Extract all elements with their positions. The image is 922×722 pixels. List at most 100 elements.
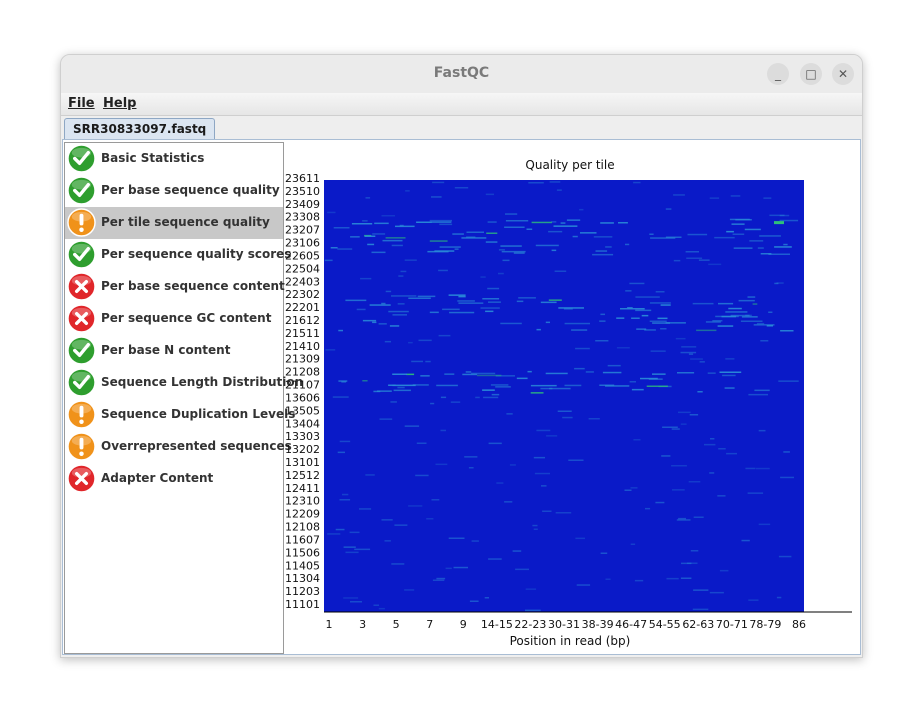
heatmap-cell bbox=[678, 411, 691, 414]
heatmap-cell bbox=[449, 311, 475, 314]
heatmap-cell bbox=[432, 579, 445, 581]
module-item[interactable]: Basic Statistics bbox=[65, 143, 283, 175]
module-item[interactable]: Sequence Length Distribution bbox=[65, 367, 303, 399]
heatmap-cell bbox=[392, 373, 408, 375]
maximize-button[interactable]: □ bbox=[800, 63, 822, 85]
module-item[interactable]: Per base sequence content bbox=[65, 271, 285, 303]
heatmap-cell bbox=[710, 438, 715, 440]
heatmap-cell bbox=[693, 516, 704, 518]
heatmap-cell bbox=[709, 472, 715, 474]
module-item[interactable]: Per sequence GC content bbox=[65, 303, 283, 335]
heatmap-cell bbox=[405, 373, 415, 376]
heatmap-cell bbox=[324, 259, 333, 262]
heatmap-cell bbox=[392, 314, 407, 316]
heatmap-cell bbox=[393, 389, 411, 392]
x-tick-label: 5 bbox=[393, 618, 400, 631]
module-item[interactable]: Per tile sequence quality bbox=[65, 207, 283, 239]
heatmap-cell bbox=[435, 463, 448, 466]
heatmap-cell bbox=[397, 386, 405, 389]
heatmap-cell bbox=[778, 555, 792, 558]
heatmap-cell bbox=[444, 373, 455, 375]
fail-cross-icon bbox=[67, 304, 96, 333]
heatmap-cell bbox=[534, 472, 550, 475]
heatmap-cell bbox=[392, 384, 416, 387]
heatmap-cell bbox=[731, 223, 745, 225]
y-tick-label: 23106 bbox=[285, 237, 320, 250]
tab-fastq-file[interactable]: SRR30833097.fastq bbox=[64, 118, 216, 139]
menu-file[interactable]: File bbox=[68, 96, 95, 111]
heatmap-cell bbox=[655, 291, 665, 293]
menu-help[interactable]: Help bbox=[103, 96, 136, 111]
heatmap-cell bbox=[783, 243, 788, 246]
module-item[interactable]: Sequence Duplication Levels bbox=[65, 399, 295, 431]
minimize-button[interactable]: _ bbox=[767, 63, 789, 85]
x-tick-label: 46-47 bbox=[615, 618, 647, 631]
close-button[interactable]: ✕ bbox=[832, 63, 854, 85]
heatmap-cell bbox=[760, 253, 772, 255]
heatmap-cell bbox=[605, 246, 612, 248]
x-tick-label: 86 bbox=[792, 618, 806, 631]
fail-cross-icon bbox=[67, 272, 96, 301]
module-item[interactable]: Overrepresented sequences bbox=[65, 431, 292, 463]
heatmap-cell bbox=[440, 396, 447, 399]
heatmap-cell bbox=[436, 384, 458, 387]
heatmap-cell bbox=[485, 241, 498, 243]
heatmap-cell bbox=[379, 418, 393, 420]
module-label: Per base sequence content bbox=[101, 279, 285, 293]
heatmap-cell bbox=[450, 401, 461, 403]
heatmap-cell bbox=[631, 388, 644, 391]
heatmap-cell bbox=[367, 243, 375, 246]
heatmap-cell bbox=[378, 607, 385, 610]
y-tick-label: 21511 bbox=[285, 327, 320, 340]
module-item[interactable]: Per base sequence quality bbox=[65, 175, 283, 207]
heatmap-cell bbox=[768, 253, 790, 255]
heatmap-cell bbox=[385, 290, 392, 293]
heatmap-cell bbox=[480, 276, 486, 278]
heatmap-cell bbox=[776, 596, 782, 599]
heatmap-cell bbox=[530, 384, 557, 387]
y-tick-label: 21410 bbox=[285, 340, 320, 353]
heatmap-cell bbox=[756, 467, 770, 470]
heatmap-cell bbox=[566, 219, 581, 221]
heatmap-cell bbox=[498, 249, 505, 251]
x-tick-label: 78-79 bbox=[749, 618, 781, 631]
module-item[interactable]: Per sequence quality scores bbox=[65, 239, 291, 271]
heatmap-cell bbox=[327, 533, 341, 535]
heatmap-cell bbox=[655, 501, 665, 504]
heatmap-cell bbox=[356, 308, 366, 311]
heatmap-cell bbox=[646, 385, 668, 387]
heatmap-cell bbox=[330, 247, 338, 249]
heatmap-cell bbox=[747, 296, 756, 298]
heatmap-cell bbox=[458, 295, 466, 298]
heatmap-cell bbox=[748, 599, 759, 601]
heatmap-cell bbox=[696, 329, 717, 332]
y-tick-label: 13202 bbox=[285, 443, 320, 456]
heatmap-cell bbox=[725, 358, 735, 360]
heatmap-cell bbox=[733, 247, 753, 249]
heatmap-cell bbox=[527, 370, 532, 373]
heatmap-cell bbox=[752, 303, 758, 305]
heatmap-cell bbox=[741, 539, 750, 542]
heatmap-cell bbox=[528, 182, 544, 184]
heatmap-cell bbox=[600, 552, 608, 554]
module-item[interactable]: Per base N content bbox=[65, 335, 283, 367]
heatmap-cell bbox=[488, 558, 502, 560]
y-tick-label: 23308 bbox=[285, 211, 320, 224]
heatmap-cell bbox=[725, 311, 748, 313]
heatmap-cell bbox=[545, 372, 568, 375]
heatmap-cell bbox=[661, 455, 671, 457]
heatmap-cell bbox=[385, 237, 406, 239]
warning-icon bbox=[67, 208, 96, 237]
heatmap-cell bbox=[345, 551, 359, 554]
heatmap-cell bbox=[763, 197, 772, 199]
heatmap-cell bbox=[605, 578, 611, 580]
module-item[interactable]: Adapter Content bbox=[65, 463, 283, 495]
module-label: Per sequence quality scores bbox=[101, 247, 292, 261]
heatmap-cell bbox=[778, 380, 799, 382]
heatmap-cell bbox=[579, 208, 584, 211]
heatmap-cell bbox=[513, 252, 525, 254]
heatmap-cell bbox=[745, 467, 756, 470]
heatmap-cell bbox=[681, 562, 692, 565]
heatmap-cell bbox=[671, 465, 687, 467]
y-tick-label: 21309 bbox=[285, 353, 320, 366]
